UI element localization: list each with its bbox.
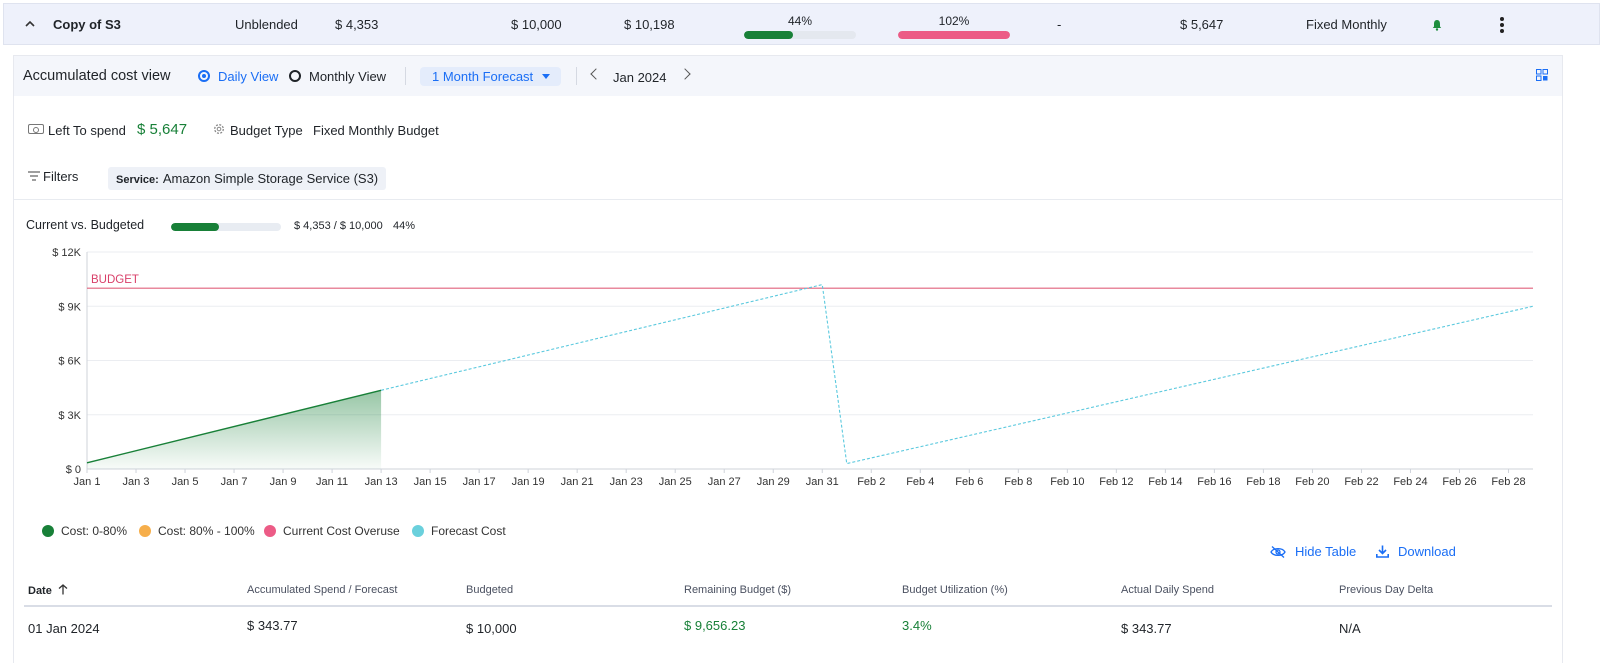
- x-tick-label: Jan 5: [172, 476, 199, 488]
- legend-swatch: [42, 525, 54, 537]
- x-tick-label: Jan 13: [365, 476, 398, 488]
- x-tick-label: Feb 26: [1442, 476, 1476, 488]
- table-cell: N/A: [1339, 621, 1361, 636]
- legend-swatch: [139, 525, 151, 537]
- accumulated-cost-panel: Accumulated cost view Daily View Monthly…: [14, 56, 1562, 663]
- x-tick-label: Jan 29: [757, 476, 790, 488]
- table-cell: 3.4%: [902, 618, 932, 633]
- x-tick-label: Feb 22: [1344, 476, 1378, 488]
- forecast-progress: 102%: [898, 14, 1010, 39]
- x-tick-label: Feb 4: [906, 476, 934, 488]
- cost-type: Unblended: [235, 17, 298, 32]
- table-cell: $ 10,000: [466, 621, 517, 636]
- budget-name: Copy of S3: [53, 17, 121, 32]
- table-actions: Hide Table Download: [1270, 544, 1530, 562]
- x-tick-label: Jan 15: [414, 476, 447, 488]
- table-cell: $ 9,656.23: [684, 618, 746, 633]
- x-tick-label: Jan 7: [221, 476, 248, 488]
- x-tick-label: Jan 3: [123, 476, 150, 488]
- legend-swatch: [412, 525, 424, 537]
- column-header[interactable]: Remaining Budget ($): [684, 584, 791, 596]
- legend-label: Cost: 0-80%: [61, 524, 128, 538]
- column-header[interactable]: Accumulated Spend / Forecast: [247, 584, 397, 596]
- column-header[interactable]: Budgeted: [466, 584, 513, 596]
- x-tick-label: Jan 25: [659, 476, 692, 488]
- left-to-spend-value: $ 5,647: [1180, 17, 1224, 32]
- legend-item[interactable]: Cost: 80% - 100%: [139, 524, 255, 538]
- x-tick-label: Jan 31: [806, 476, 839, 488]
- y-tick-label: $ 0: [66, 464, 81, 476]
- column-header[interactable]: Actual Daily Spend: [1121, 584, 1214, 596]
- column-header[interactable]: Previous Day Delta: [1339, 584, 1433, 596]
- x-tick-label: Jan 1: [74, 476, 101, 488]
- table-cell: 01 Jan 2024: [28, 621, 100, 636]
- x-tick-label: Feb 6: [955, 476, 983, 488]
- forecast-progress-label: 102%: [938, 14, 970, 28]
- budget-label: BUDGET: [91, 274, 139, 286]
- table-header: Date Accumulated Spend / Forecast Budget…: [24, 576, 1552, 607]
- budget-summary-row[interactable]: Copy of S3 Unblended $ 4,353 $ 10,000 $ …: [3, 3, 1600, 45]
- y-tick-label: $ 12K: [52, 247, 81, 259]
- x-tick-label: Feb 12: [1099, 476, 1133, 488]
- column-header-date[interactable]: Date: [28, 584, 68, 597]
- delta-value: -: [1057, 17, 1062, 32]
- current-spend: $ 4,353: [335, 17, 379, 32]
- legend-item[interactable]: Current Cost Overuse: [264, 524, 400, 538]
- download-icon: [1376, 545, 1389, 558]
- column-header-label: Date: [28, 585, 52, 597]
- cost-area: [87, 390, 382, 469]
- budget-type-value: Fixed Monthly: [1306, 17, 1387, 32]
- chart-legend: Cost: 0-80% Cost: 80% - 100% Current Cos…: [42, 524, 642, 540]
- forecast-line: [380, 283, 1534, 465]
- spend-progress-label: 44%: [787, 14, 813, 28]
- x-tick-label: Feb 18: [1246, 476, 1280, 488]
- table-cell: $ 343.77: [1121, 621, 1172, 636]
- x-tick-label: Feb 10: [1050, 476, 1084, 488]
- eye-off-icon: [1270, 546, 1286, 558]
- legend-label: Current Cost Overuse: [283, 524, 400, 538]
- download-label: Download: [1398, 544, 1456, 559]
- x-tick-label: Jan 11: [316, 476, 348, 488]
- more-options-icon[interactable]: [1494, 17, 1510, 35]
- y-tick-label: $ 3K: [58, 410, 81, 422]
- table-row: 01 Jan 2024 $ 343.77 $ 10,000 $ 9,656.23…: [24, 609, 1552, 639]
- y-tick-label: $ 6K: [58, 356, 81, 368]
- sort-ascending-icon: [58, 584, 68, 595]
- legend-swatch: [264, 525, 276, 537]
- accumulated-cost-chart: $ 0 $ 3K $ 6K $ 9K $ 12K Jan 1 Jan 3 Jan 5 Jan 7…: [52, 247, 1534, 488]
- legend-item[interactable]: Cost: 0-80%: [42, 524, 127, 538]
- download-button[interactable]: Download: [1376, 544, 1456, 559]
- forecast-amount: $ 10,198: [624, 17, 675, 32]
- budget-amount: $ 10,000: [511, 17, 562, 32]
- y-tick-label: $ 9K: [58, 301, 81, 313]
- forecast-progress-fill: [898, 31, 1010, 39]
- table-cell: $ 343.77: [247, 618, 298, 633]
- hide-table-button[interactable]: Hide Table: [1270, 544, 1356, 559]
- bell-icon[interactable]: [1431, 19, 1443, 31]
- spend-progress-fill: [744, 31, 794, 39]
- legend-label: Forecast Cost: [431, 524, 506, 538]
- spend-progress: 44%: [744, 14, 856, 39]
- hide-table-label: Hide Table: [1295, 544, 1357, 559]
- x-tick-label: Feb 2: [857, 476, 885, 488]
- x-tick-label: Jan 9: [270, 476, 297, 488]
- x-tick-label: Feb 20: [1295, 476, 1329, 488]
- x-tick-label: Feb 28: [1491, 476, 1525, 488]
- x-tick-label: Feb 8: [1004, 476, 1032, 488]
- x-tick-label: Jan 21: [561, 476, 594, 488]
- x-tick-label: Jan 27: [708, 476, 741, 488]
- x-tick-label: Feb 16: [1197, 476, 1231, 488]
- x-tick-label: Jan 19: [512, 476, 545, 488]
- column-header[interactable]: Budget Utilization (%): [902, 584, 1008, 596]
- x-tick-label: Jan 23: [610, 476, 643, 488]
- chevron-up-icon[interactable]: [24, 18, 36, 30]
- x-tick-label: Jan 17: [463, 476, 496, 488]
- legend-item[interactable]: Forecast Cost: [412, 524, 506, 538]
- x-tick-label: Feb 14: [1148, 476, 1182, 488]
- x-tick-label: Feb 24: [1393, 476, 1427, 488]
- legend-label: Cost: 80% - 100%: [158, 524, 255, 538]
